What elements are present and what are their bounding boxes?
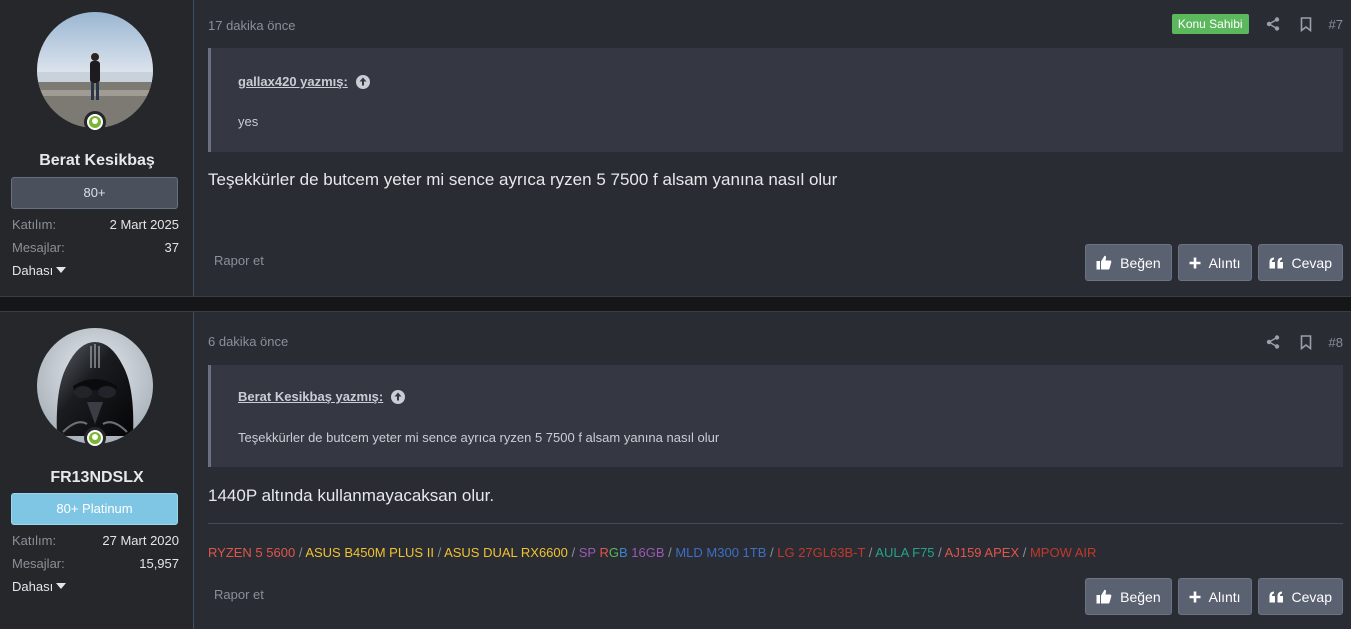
thumbs-up-icon	[1096, 255, 1112, 270]
signature-divider	[208, 523, 1343, 524]
thumbs-up-icon	[1096, 589, 1112, 604]
thread-owner-badge: Konu Sahibi	[1171, 14, 1249, 34]
post-tools: #8	[1263, 332, 1343, 352]
post-time[interactable]: 17 dakika önce	[208, 18, 295, 33]
message-count: Mesajlar: 37	[12, 240, 179, 255]
post-actions: Beğen Alıntı Cevap	[1085, 578, 1343, 615]
signature-separator: /	[567, 545, 579, 560]
report-link[interactable]: Rapor et	[214, 587, 264, 602]
post-tools: Konu Sahibi #7	[1171, 14, 1343, 34]
post-separator	[0, 296, 1351, 312]
message-body: 1440P altında kullanmayacaksan olur.	[208, 486, 495, 505]
signature-item: MLD M300 1TB	[675, 545, 767, 560]
reply-button[interactable]: Cevap	[1257, 578, 1343, 615]
join-value: 27 Mart 2020	[102, 533, 179, 548]
quote-text: Teşekkürler de butcem yeter mi sence ayr…	[238, 430, 720, 445]
arrow-up-icon[interactable]	[355, 74, 370, 89]
quote-block: gallax420 yazmış: yes	[208, 48, 1343, 152]
signature-separator: /	[295, 545, 306, 560]
username[interactable]: Berat Kesikbaş	[0, 152, 194, 170]
quote-author[interactable]: gallax420 yazmış:	[238, 74, 370, 89]
signature-item: LG 27GL63B-T	[777, 545, 866, 560]
post-7: Berat Kesikbaş 80+ Katılım: 2 Mart 2025 …	[0, 0, 1351, 296]
quote-author[interactable]: Berat Kesikbaş yazmış:	[238, 389, 406, 404]
post-content: 17 dakika önce Konu Sahibi #7 gallax420 …	[194, 0, 1351, 296]
messages-label: Mesajlar:	[12, 240, 65, 255]
join-date: Katılım: 27 Mart 2020	[12, 533, 179, 548]
arrow-up-icon[interactable]	[391, 389, 406, 404]
reply-button[interactable]: Cevap	[1257, 244, 1343, 281]
reply-label: Cevap	[1291, 588, 1332, 605]
more-toggle[interactable]: Dahası	[12, 263, 67, 278]
quote-mark-icon	[1269, 591, 1283, 602]
signature-item: ASUS B450M PLUS II	[305, 545, 434, 560]
like-label: Beğen	[1120, 588, 1161, 605]
join-label: Katılım:	[12, 533, 57, 548]
messages-value: 15,957	[139, 556, 179, 571]
user-title-badge: 80+ Platinum	[11, 493, 178, 525]
quote-label: Alıntı	[1208, 588, 1241, 605]
like-label: Beğen	[1120, 254, 1161, 271]
signature-separator: /	[664, 545, 676, 560]
post-time[interactable]: 6 dakika önce	[208, 334, 288, 349]
signature-separator: /	[433, 545, 445, 560]
signature-separator: /	[865, 545, 876, 560]
signature-item: AJ159 APEX	[944, 545, 1020, 560]
user-panel: FR13NDSLX 80+ Platinum Katılım: 27 Mart …	[0, 312, 194, 629]
bookmark-icon[interactable]	[1296, 14, 1316, 34]
quote-block: Berat Kesikbaş yazmış: Teşekkürler de bu…	[208, 365, 1343, 467]
online-indicator	[84, 111, 106, 133]
signature: RYZEN 5 5600 / ASUS B450M PLUS II / ASUS…	[208, 545, 1096, 560]
more-toggle[interactable]: Dahası	[12, 579, 67, 594]
signature-separator: /	[766, 545, 778, 560]
quote-text: yes	[238, 114, 259, 129]
quote-label: Alıntı	[1208, 254, 1241, 271]
report-link[interactable]: Rapor et	[214, 253, 264, 268]
join-value: 2 Mart 2025	[109, 217, 179, 232]
quote-button[interactable]: Alıntı	[1177, 244, 1252, 281]
signature-item: RYZEN 5 5600	[208, 545, 296, 560]
more-label: Dahası	[12, 579, 54, 594]
user-panel: Berat Kesikbaş 80+ Katılım: 2 Mart 2025 …	[0, 0, 194, 296]
more-label: Dahası	[12, 263, 54, 278]
post-number[interactable]: #7	[1329, 17, 1343, 32]
signature-separator: /	[1019, 545, 1030, 560]
join-date: Katılım: 2 Mart 2025	[12, 217, 179, 232]
like-button[interactable]: Beğen	[1085, 578, 1172, 615]
online-indicator	[84, 427, 106, 449]
like-button[interactable]: Beğen	[1085, 244, 1172, 281]
quote-mark-icon	[1269, 257, 1283, 268]
post-8: FR13NDSLX 80+ Platinum Katılım: 27 Mart …	[0, 312, 1351, 629]
post-actions: Beğen Alıntı Cevap	[1085, 244, 1343, 281]
signature-item: ASUS DUAL RX6600	[444, 545, 568, 560]
signature-item: AULA F75	[875, 545, 935, 560]
messages-label: Mesajlar:	[12, 556, 65, 571]
caret-down-icon	[56, 267, 67, 273]
quote-button[interactable]: Alıntı	[1177, 578, 1252, 615]
signature-separator: /	[934, 545, 945, 560]
post-number[interactable]: #8	[1329, 335, 1343, 350]
message-body: Teşekkürler de butcem yeter mi sence ayr…	[208, 170, 838, 189]
plus-icon	[1189, 591, 1201, 602]
post-content: 6 dakika önce #8 Berat Kesikbaş yazmış: …	[194, 312, 1351, 629]
quote-author-label: gallax420 yazmış:	[238, 74, 348, 89]
username[interactable]: FR13NDSLX	[0, 469, 194, 487]
reply-label: Cevap	[1291, 254, 1332, 271]
bookmark-icon[interactable]	[1296, 332, 1316, 352]
signature-item: MPOW AIR	[1029, 545, 1097, 560]
message-count: Mesajlar: 15,957	[12, 556, 179, 571]
plus-icon	[1189, 257, 1201, 268]
signature-item: SP RGB 16GB	[578, 545, 665, 560]
share-icon[interactable]	[1263, 14, 1283, 34]
quote-author-label: Berat Kesikbaş yazmış:	[238, 389, 384, 404]
join-label: Katılım:	[12, 217, 57, 232]
caret-down-icon	[56, 583, 67, 589]
messages-value: 37	[164, 240, 179, 255]
share-icon[interactable]	[1263, 332, 1283, 352]
user-title-badge: 80+	[11, 177, 178, 209]
